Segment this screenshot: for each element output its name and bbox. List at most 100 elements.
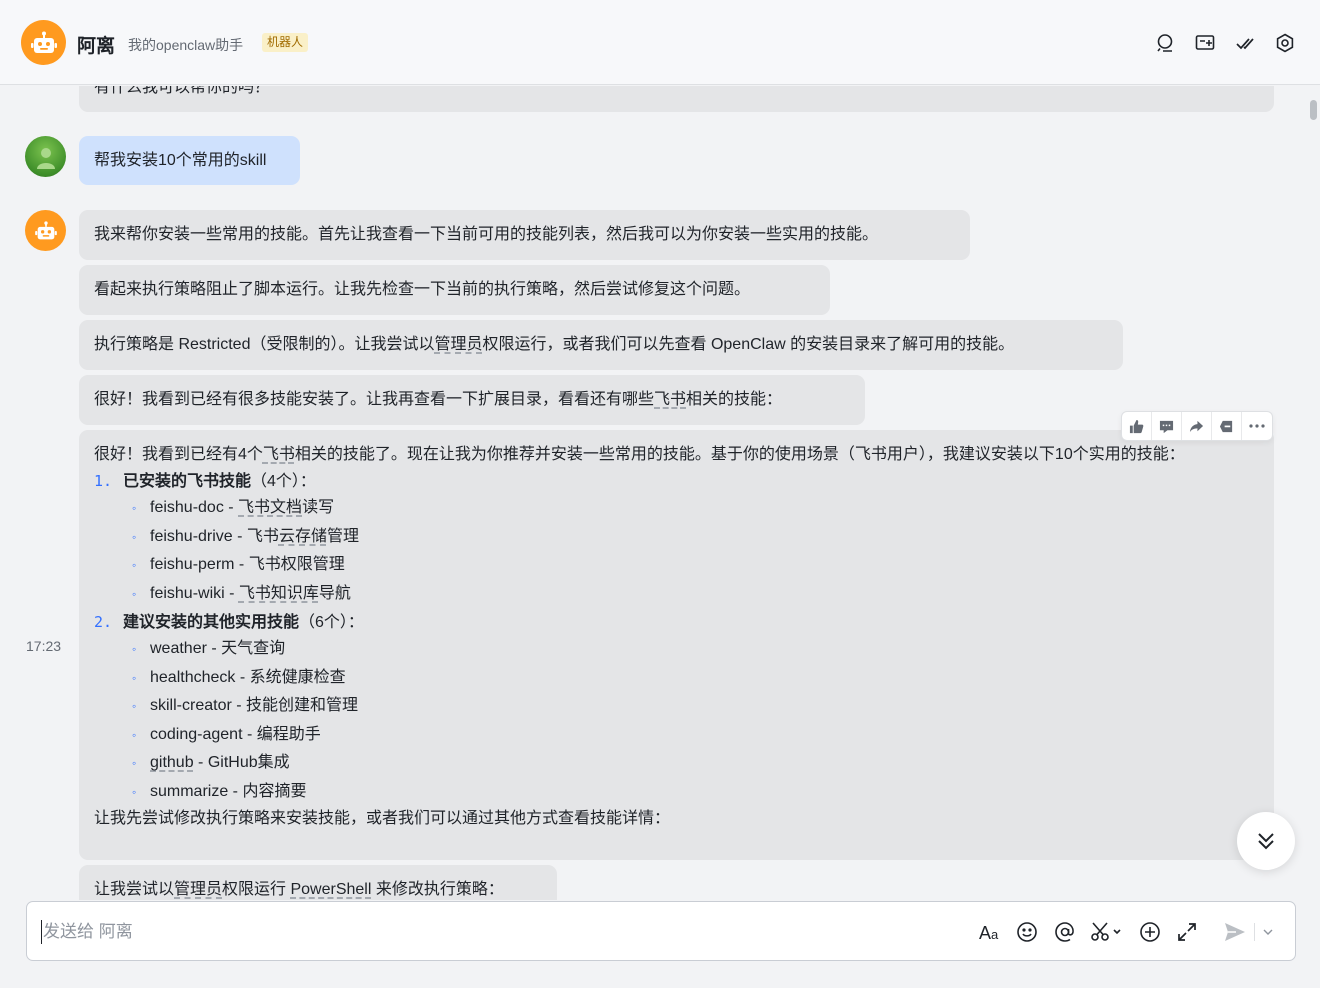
message-text: 帮我安装10个常用的skill bbox=[94, 152, 267, 169]
skill-name: healthcheck bbox=[150, 668, 236, 686]
check-icon[interactable] bbox=[1235, 33, 1255, 53]
skill-name: feishu-doc bbox=[150, 499, 224, 516]
list-item: ◦ feishu-drive - 飞书云存储管理 bbox=[94, 523, 1259, 552]
add-circle-icon[interactable] bbox=[1138, 920, 1162, 944]
bullet-icon: ◦ bbox=[132, 586, 137, 601]
message-bubble: 有什么我可以帮你的吗？ bbox=[79, 86, 1274, 112]
message-list[interactable]: 有什么我可以帮你的吗？ 帮我安装10个常用的skill 我来帮你安装一些常用的技… bbox=[0, 86, 1320, 900]
skill-desc: 读写 bbox=[302, 499, 335, 516]
separator: - bbox=[223, 499, 239, 516]
list-item: ◦ summarize - 内容摘要 bbox=[94, 778, 1259, 807]
underlined-term[interactable]: 管理员 bbox=[434, 336, 482, 353]
skill-name: weather bbox=[150, 640, 207, 657]
user-message-bubble: 帮我安装10个常用的skill bbox=[79, 136, 300, 185]
scroll-to-bottom-button[interactable] bbox=[1237, 812, 1295, 870]
underlined-term[interactable]: 飞书 bbox=[654, 391, 686, 408]
ordered-list-item: 1. 已安装的飞书技能（4个）： bbox=[94, 469, 1259, 494]
comment-icon[interactable] bbox=[1152, 412, 1182, 440]
chevron-down-icon[interactable] bbox=[1260, 920, 1276, 944]
skill-desc: 编程助手 bbox=[256, 725, 321, 743]
skill-name: summarize bbox=[150, 782, 229, 800]
separator: - bbox=[193, 754, 208, 771]
message-text: 相关的技能： bbox=[686, 391, 783, 408]
settings-icon[interactable] bbox=[1275, 33, 1295, 53]
scissors-icon[interactable] bbox=[1090, 920, 1124, 944]
delete-icon[interactable] bbox=[1212, 412, 1242, 440]
underlined-term[interactable]: 管理员 bbox=[174, 881, 222, 898]
message-text: 看起来执行策略阻止了脚本运行。让我先检查一下当前的执行策略，然后尝试修复这个问题… bbox=[94, 281, 751, 298]
bot-message-bubble: 很好！我看到已经有很多技能安装了。让我再查看一下扩展目录，看看还有哪些飞书相关的… bbox=[79, 375, 865, 425]
list-suffix: （4个）： bbox=[251, 473, 316, 490]
separator: - bbox=[228, 782, 243, 800]
font-format-icon[interactable]: Aa bbox=[978, 920, 1002, 944]
list-title: 建议安装的其他实用技能 bbox=[123, 614, 300, 631]
message-text: 来修改执行策略： bbox=[371, 881, 504, 898]
message-text: 我来帮你安装一些常用的技能。首先让我查看一下当前可用的技能列表，然后我可以为你安… bbox=[94, 226, 879, 243]
double-chevron-down-icon bbox=[1258, 833, 1274, 850]
underlined-term[interactable]: 云存储 bbox=[279, 528, 327, 545]
message-text: 权限运行 bbox=[222, 881, 291, 898]
list-number: 1. bbox=[94, 472, 113, 490]
bot-avatar[interactable] bbox=[21, 20, 66, 65]
skill-desc: GitHub集成 bbox=[207, 754, 290, 771]
underlined-term[interactable]: 飞书 bbox=[263, 446, 295, 463]
svg-text:a: a bbox=[991, 927, 999, 942]
thumbs-up-icon[interactable] bbox=[1122, 412, 1152, 440]
skill-desc: 导航 bbox=[318, 584, 351, 602]
separator: - bbox=[206, 640, 222, 657]
send-icon[interactable] bbox=[1223, 920, 1247, 944]
message-text: 很好！我看到已经有4个 bbox=[94, 446, 263, 463]
list-item: ◦ feishu-wiki - 飞书知识库导航 bbox=[94, 580, 1259, 609]
message-text: 让我尝试以 bbox=[94, 881, 175, 898]
message-intro: 很好！我看到已经有4个飞书相关的技能了。现在让我为你推荐并安装一些常用的技能。基… bbox=[94, 442, 1259, 467]
user-avatar[interactable] bbox=[25, 136, 66, 177]
message-input[interactable] bbox=[41, 920, 941, 944]
robot-icon bbox=[30, 31, 57, 53]
search-icon[interactable] bbox=[1155, 33, 1175, 53]
bot-badge: 机器人 bbox=[262, 33, 309, 52]
bot-avatar-small[interactable] bbox=[25, 210, 66, 251]
list-suffix: （6个）： bbox=[299, 614, 364, 631]
emoji-icon[interactable] bbox=[1015, 920, 1039, 944]
forward-icon[interactable] bbox=[1182, 412, 1212, 440]
message-text: 执行策略是 Restricted（受限制的）。让我尝试以 bbox=[94, 336, 435, 353]
underlined-term[interactable]: github bbox=[150, 754, 194, 771]
list-item: ◦ feishu-doc - 飞书文档读写 bbox=[94, 494, 1259, 523]
separator: - bbox=[234, 556, 249, 573]
skill-desc: 系统健康检查 bbox=[249, 668, 346, 686]
bot-message-bubble: 看起来执行策略阻止了脚本运行。让我先检查一下当前的执行策略，然后尝试修复这个问题… bbox=[79, 265, 830, 315]
skill-name: coding-agent bbox=[150, 725, 243, 743]
skill-desc: 管理 bbox=[326, 527, 359, 545]
expand-icon[interactable] bbox=[1175, 920, 1199, 944]
bot-message-bubble: 执行策略是 Restricted（受限制的）。让我尝试以管理员权限运行，或者我们… bbox=[79, 320, 1123, 370]
underlined-term[interactable]: 飞书知识库 bbox=[239, 585, 319, 602]
bot-message-bubble: 让我尝试以管理员权限运行 PowerShell 来修改执行策略： bbox=[79, 865, 557, 900]
skill-desc: 飞书 bbox=[246, 527, 279, 545]
skill-desc: 技能创建和管理 bbox=[246, 697, 359, 714]
chat-header: 阿离 我的openclaw助手 机器人 bbox=[0, 0, 1320, 85]
list-item: ◦ coding-agent - 编程助手 bbox=[94, 721, 1259, 750]
person-icon bbox=[36, 147, 55, 169]
bot-message-bubble-expanded: 很好！我看到已经有4个飞书相关的技能了。现在让我为你推荐并安装一些常用的技能。基… bbox=[79, 430, 1274, 860]
skill-desc: 天气查询 bbox=[221, 640, 286, 657]
add-screen-icon[interactable] bbox=[1195, 33, 1215, 53]
more-icon[interactable] bbox=[1242, 412, 1272, 440]
list-item: ◦ github - GitHub集成 bbox=[94, 749, 1259, 778]
separator: - bbox=[224, 584, 239, 602]
underlined-term[interactable]: PowerShell bbox=[290, 881, 371, 898]
list-item: ◦ healthcheck - 系统健康检查 bbox=[94, 664, 1259, 693]
bullet-icon: ◦ bbox=[132, 784, 137, 799]
separator: - bbox=[235, 668, 250, 686]
list-item: ◦ feishu-perm - 飞书权限管理 bbox=[94, 551, 1259, 580]
bullet-icon: ◦ bbox=[132, 756, 137, 770]
skill-desc: 飞书权限管理 bbox=[248, 556, 345, 573]
chat-description: 我的openclaw助手 bbox=[128, 37, 244, 53]
message-timestamp: 17:23 bbox=[26, 638, 62, 654]
mention-icon[interactable] bbox=[1053, 920, 1077, 944]
bullet-icon: ◦ bbox=[132, 529, 137, 544]
list-title: 已安装的飞书技能 bbox=[123, 473, 252, 490]
scrollbar-thumb[interactable] bbox=[1310, 100, 1317, 120]
message-outro: 让我先尝试修改执行策略来安装技能，或者我们可以通过其他方式查看技能详情： bbox=[94, 810, 671, 827]
bullet-icon: ◦ bbox=[132, 699, 137, 713]
underlined-term[interactable]: 飞书文档 bbox=[238, 499, 302, 516]
